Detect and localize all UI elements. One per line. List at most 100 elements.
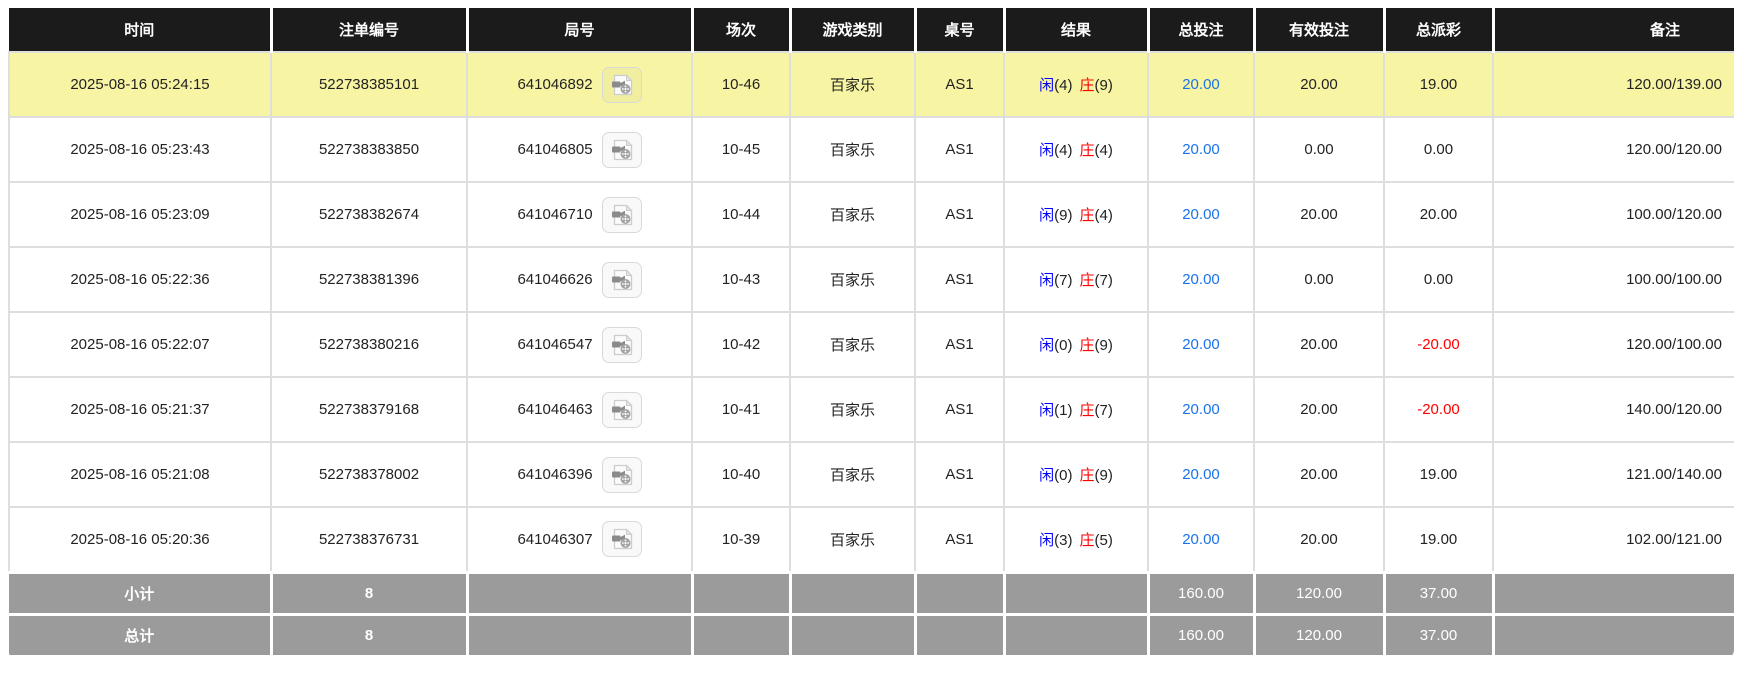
player-label: 闲 bbox=[1039, 337, 1054, 354]
table-row[interactable]: 2025-08-16 05:22:36 522738381396 6410466… bbox=[9, 247, 1734, 312]
table-row[interactable]: 2025-08-16 05:23:09 522738382674 6410467… bbox=[9, 182, 1734, 247]
video-replay-button[interactable] bbox=[602, 132, 642, 168]
cell-payout: -20.00 bbox=[1384, 312, 1493, 377]
video-replay-button[interactable] bbox=[602, 521, 642, 557]
grand-total-total-bet: 160.00 bbox=[1148, 614, 1254, 656]
video-replay-button[interactable] bbox=[602, 67, 642, 103]
subtotal-valid-bet: 120.00 bbox=[1254, 572, 1384, 614]
player-result: 闲(4) bbox=[1039, 77, 1072, 94]
video-replay-button[interactable] bbox=[602, 392, 642, 428]
cell-result: 闲(4) 庄(4) bbox=[1004, 117, 1148, 182]
grand-total-count: 8 bbox=[271, 614, 467, 656]
cell-time: 2025-08-16 05:23:09 bbox=[9, 182, 271, 247]
banker-result: 庄(9) bbox=[1080, 467, 1113, 484]
grand-total-label: 总计 bbox=[9, 614, 271, 656]
cell-total-bet[interactable]: 20.00 bbox=[1148, 52, 1254, 117]
cell-game-type: 百家乐 bbox=[790, 117, 915, 182]
cell-remark: 140.00/120.00 bbox=[1493, 377, 1734, 442]
banker-points: (7) bbox=[1095, 402, 1113, 419]
table-row[interactable]: 2025-08-16 05:23:43 522738383850 6410468… bbox=[9, 117, 1734, 182]
cell-game-type: 百家乐 bbox=[790, 507, 915, 572]
player-points: (9) bbox=[1054, 207, 1072, 224]
round-number-text: 641046892 bbox=[517, 76, 592, 93]
cell-time: 2025-08-16 05:21:08 bbox=[9, 442, 271, 507]
round-number-text: 641046805 bbox=[517, 141, 592, 158]
cell-round-number: 641046463 bbox=[467, 377, 692, 442]
player-result: 闲(4) bbox=[1039, 142, 1072, 159]
cell-valid-bet: 20.00 bbox=[1254, 182, 1384, 247]
cell-bet-number: 522738382674 bbox=[271, 182, 467, 247]
banker-result: 庄(9) bbox=[1080, 77, 1113, 94]
column-header-valid-bet: 有效投注 bbox=[1254, 8, 1384, 52]
cell-result: 闲(0)庄(9) bbox=[1004, 312, 1148, 377]
cell-time: 2025-08-16 05:22:36 bbox=[9, 247, 271, 312]
banker-points: (4) bbox=[1095, 207, 1113, 224]
cell-time: 2025-08-16 05:22:07 bbox=[9, 312, 271, 377]
cell-valid-bet: 20.00 bbox=[1254, 52, 1384, 117]
cell-total-bet[interactable]: 20.00 bbox=[1148, 182, 1254, 247]
column-header-round-number: 局号 bbox=[467, 8, 692, 52]
player-label: 闲 bbox=[1039, 402, 1054, 419]
column-header-time: 时间 bbox=[9, 8, 271, 52]
cell-session: 10-41 bbox=[692, 377, 790, 442]
banker-result: 庄(4) bbox=[1080, 142, 1113, 159]
cell-time: 2025-08-16 05:21:37 bbox=[9, 377, 271, 442]
banker-label: 庄 bbox=[1080, 272, 1095, 289]
player-label: 闲 bbox=[1039, 467, 1054, 484]
column-header-session: 场次 bbox=[692, 8, 790, 52]
table-row[interactable]: 2025-08-16 05:22:07 522738380216 6410465… bbox=[9, 312, 1734, 377]
table-row[interactable]: 2025-08-16 05:20:36 522738376731 6410463… bbox=[9, 507, 1734, 572]
table-row[interactable]: 2025-08-16 05:24:15 522738385101 6410468… bbox=[9, 52, 1734, 117]
cell-total-bet[interactable]: 20.00 bbox=[1148, 117, 1254, 182]
cell-bet-number: 522738376731 bbox=[271, 507, 467, 572]
cell-remark: 120.00/139.00 bbox=[1493, 52, 1734, 117]
round-number-text: 641046626 bbox=[517, 271, 592, 288]
table-row[interactable]: 2025-08-16 05:21:08 522738378002 6410463… bbox=[9, 442, 1734, 507]
grand-total-empty-round bbox=[467, 614, 692, 656]
cell-round-number: 641046805 bbox=[467, 117, 692, 182]
cell-total-bet[interactable]: 20.00 bbox=[1148, 377, 1254, 442]
cell-total-bet[interactable]: 20.00 bbox=[1148, 507, 1254, 572]
player-label: 闲 bbox=[1039, 272, 1054, 289]
cell-valid-bet: 0.00 bbox=[1254, 247, 1384, 312]
banker-points: (7) bbox=[1095, 272, 1113, 289]
player-points: (1) bbox=[1054, 402, 1072, 419]
banker-result: 庄(7) bbox=[1080, 402, 1113, 419]
subtotal-empty-session bbox=[692, 572, 790, 614]
subtotal-empty-table bbox=[915, 572, 1004, 614]
cell-result: 闲(1) 庄(7) bbox=[1004, 377, 1148, 442]
player-result: 闲(3) bbox=[1039, 532, 1072, 549]
grand-total-empty-game bbox=[790, 614, 915, 656]
table-body: 2025-08-16 05:24:15 522738385101 6410468… bbox=[9, 52, 1734, 572]
cell-round-number: 641046892 bbox=[467, 52, 692, 117]
grand-total-valid-bet: 120.00 bbox=[1254, 614, 1384, 656]
cell-payout: 19.00 bbox=[1384, 52, 1493, 117]
table-row[interactable]: 2025-08-16 05:21:37 522738379168 6410464… bbox=[9, 377, 1734, 442]
video-replay-button[interactable] bbox=[602, 457, 642, 493]
cell-session: 10-42 bbox=[692, 312, 790, 377]
cell-table-number: AS1 bbox=[915, 117, 1004, 182]
column-header-bet-number: 注单编号 bbox=[271, 8, 467, 52]
grand-total-empty-session bbox=[692, 614, 790, 656]
video-replay-button[interactable] bbox=[602, 327, 642, 363]
cell-valid-bet: 20.00 bbox=[1254, 442, 1384, 507]
banker-result: 庄(7) bbox=[1080, 272, 1113, 289]
cell-total-bet[interactable]: 20.00 bbox=[1148, 442, 1254, 507]
subtotal-label: 小计 bbox=[9, 572, 271, 614]
cell-session: 10-40 bbox=[692, 442, 790, 507]
cell-payout: 19.00 bbox=[1384, 507, 1493, 572]
cell-session: 10-43 bbox=[692, 247, 790, 312]
subtotal-count: 8 bbox=[271, 572, 467, 614]
cell-total-bet[interactable]: 20.00 bbox=[1148, 312, 1254, 377]
player-result: 闲(9) bbox=[1039, 207, 1072, 224]
banker-points: (5) bbox=[1095, 532, 1113, 549]
video-replay-button[interactable] bbox=[602, 262, 642, 298]
video-replay-button[interactable] bbox=[602, 197, 642, 233]
cell-total-bet[interactable]: 20.00 bbox=[1148, 247, 1254, 312]
video-replay-icon bbox=[610, 464, 634, 486]
cell-time: 2025-08-16 05:23:43 bbox=[9, 117, 271, 182]
column-header-remark: 备注 bbox=[1493, 8, 1734, 52]
player-result: 闲(1) bbox=[1039, 402, 1072, 419]
cell-result: 闲(4) 庄(9) bbox=[1004, 52, 1148, 117]
cell-bet-number: 522738381396 bbox=[271, 247, 467, 312]
